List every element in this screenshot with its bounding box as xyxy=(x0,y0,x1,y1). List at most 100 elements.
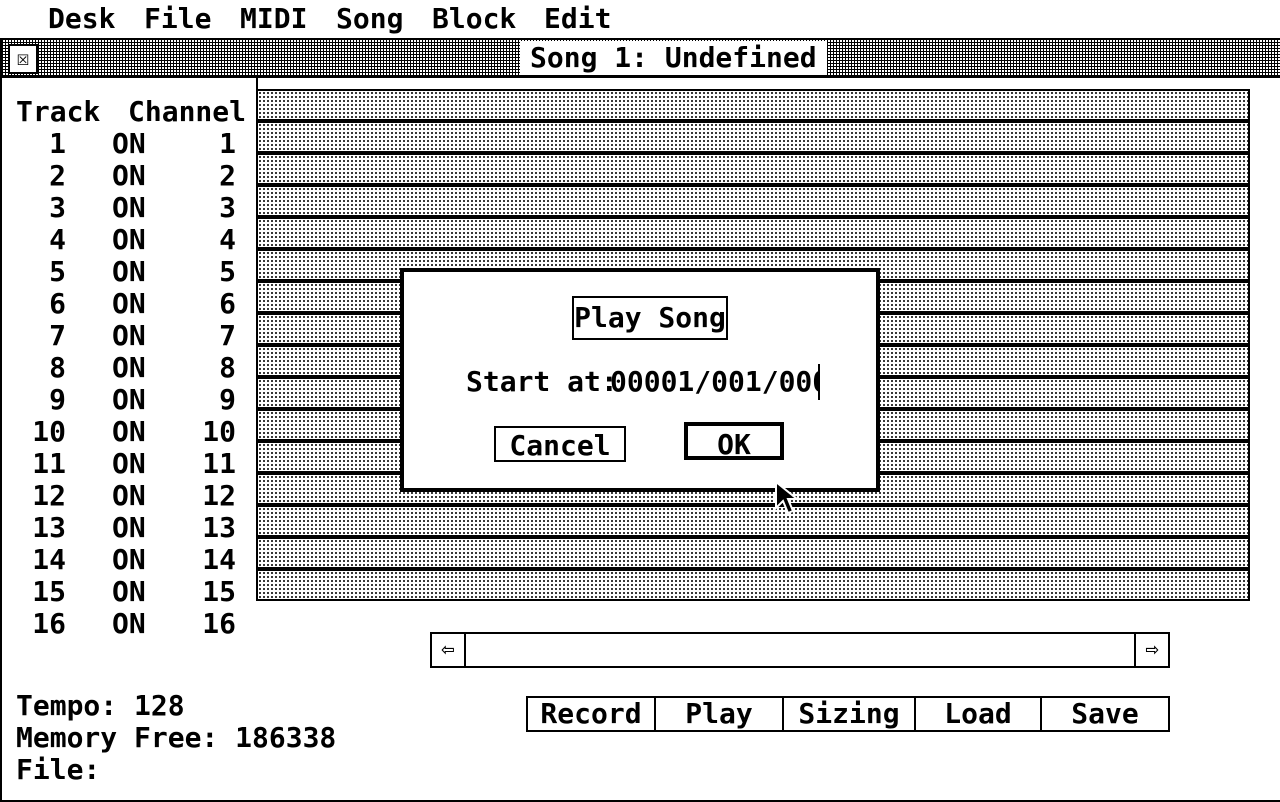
track-row[interactable]: 7 ON 7 xyxy=(16,320,246,352)
track-number: 5 xyxy=(49,255,66,288)
track-row[interactable]: 14 ON 14 xyxy=(16,544,246,576)
track-lane[interactable] xyxy=(256,153,1250,185)
track-channel[interactable]: 8 xyxy=(186,352,236,384)
track-state-toggle[interactable]: ON xyxy=(112,128,152,160)
track-row[interactable]: 6 ON 6 xyxy=(16,288,246,320)
cancel-button[interactable]: Cancel xyxy=(494,426,626,462)
track-state-toggle[interactable]: ON xyxy=(112,544,152,576)
track-state-toggle[interactable]: ON xyxy=(112,160,152,192)
scroll-left-arrow-icon[interactable]: ⇦ xyxy=(432,634,466,666)
channel-header: Channel xyxy=(128,95,247,128)
track-channel[interactable]: 9 xyxy=(186,384,236,416)
track-row[interactable]: 1 ON 1 xyxy=(16,128,246,160)
load-button[interactable]: Load xyxy=(916,698,1042,730)
sizing-button[interactable]: Sizing xyxy=(784,698,916,730)
track-row[interactable]: 3 ON 3 xyxy=(16,192,246,224)
track-state-toggle[interactable]: ON xyxy=(112,448,152,480)
track-lane[interactable] xyxy=(256,569,1250,601)
track-state-toggle[interactable]: ON xyxy=(112,192,152,224)
track-row[interactable]: 15 ON 15 xyxy=(16,576,246,608)
save-button[interactable]: Save xyxy=(1042,698,1168,730)
track-lane[interactable] xyxy=(256,537,1250,569)
dialog-title: Play Song xyxy=(572,296,728,340)
track-lane[interactable] xyxy=(256,89,1250,121)
track-channel[interactable]: 2 xyxy=(186,160,236,192)
track-number: 12 xyxy=(32,479,66,512)
track-lane[interactable] xyxy=(256,217,1250,249)
track-channel[interactable]: 16 xyxy=(186,608,236,640)
track-lane[interactable] xyxy=(256,121,1250,153)
track-state-toggle[interactable]: ON xyxy=(112,512,152,544)
track-channel[interactable]: 1 xyxy=(186,128,236,160)
scroll-right-arrow-icon[interactable]: ⇨ xyxy=(1134,634,1168,666)
track-lane[interactable] xyxy=(256,185,1250,217)
start-at-input[interactable] xyxy=(610,362,820,402)
track-row[interactable]: 8 ON 8 xyxy=(16,352,246,384)
track-row[interactable]: 9 ON 9 xyxy=(16,384,246,416)
track-state-toggle[interactable]: ON xyxy=(112,352,152,384)
track-channel[interactable]: 3 xyxy=(186,192,236,224)
track-channel[interactable]: 12 xyxy=(186,480,236,512)
track-channel[interactable]: 14 xyxy=(186,544,236,576)
start-at-label: Start at: xyxy=(466,365,618,398)
track-row[interactable]: 12 ON 12 xyxy=(16,480,246,512)
horizontal-scrollbar[interactable]: ⇦ ⇨ xyxy=(430,632,1170,668)
menu-midi[interactable]: MIDI xyxy=(240,3,307,35)
transport-button-bar: Record Play Sizing Load Save xyxy=(526,696,1170,732)
track-state-toggle[interactable]: ON xyxy=(112,224,152,256)
track-state-toggle[interactable]: ON xyxy=(112,384,152,416)
track-header: Track xyxy=(16,95,101,128)
play-button[interactable]: Play xyxy=(656,698,784,730)
track-channel[interactable]: 7 xyxy=(186,320,236,352)
track-channel[interactable]: 5 xyxy=(186,256,236,288)
track-number: 1 xyxy=(49,127,66,160)
track-lane[interactable] xyxy=(256,505,1250,537)
track-state-toggle[interactable]: ON xyxy=(112,480,152,512)
track-row[interactable]: 4 ON 4 xyxy=(16,224,246,256)
track-number: 14 xyxy=(32,543,66,576)
track-channel[interactable]: 15 xyxy=(186,576,236,608)
track-channel[interactable]: 10 xyxy=(186,416,236,448)
menu-bar: Desk File MIDI Song Block Edit xyxy=(0,0,1280,40)
track-number: 7 xyxy=(49,319,66,352)
track-channel[interactable]: 4 xyxy=(186,224,236,256)
record-button[interactable]: Record xyxy=(528,698,656,730)
track-state-toggle[interactable]: ON xyxy=(112,288,152,320)
track-number: 3 xyxy=(49,191,66,224)
track-row[interactable]: 5 ON 5 xyxy=(16,256,246,288)
track-row[interactable]: 10 ON 10 xyxy=(16,416,246,448)
track-number: 6 xyxy=(49,287,66,320)
file-status: File: xyxy=(16,753,101,786)
memory-status: Memory Free: 186338 xyxy=(16,721,337,754)
track-number: 10 xyxy=(32,415,66,448)
menu-block[interactable]: Block xyxy=(432,3,516,35)
track-channel[interactable]: 13 xyxy=(186,512,236,544)
tempo-status: Tempo: 128 xyxy=(16,689,185,722)
mouse-pointer-icon xyxy=(775,480,800,515)
track-channel[interactable]: 11 xyxy=(186,448,236,480)
menu-file[interactable]: File xyxy=(144,3,211,35)
track-number: 2 xyxy=(49,159,66,192)
track-state-toggle[interactable]: ON xyxy=(112,608,152,640)
track-state-toggle[interactable]: ON xyxy=(112,576,152,608)
close-icon[interactable]: ☒ xyxy=(8,44,38,74)
track-channel[interactable]: 6 xyxy=(186,288,236,320)
track-state-toggle[interactable]: ON xyxy=(112,256,152,288)
title-bar[interactable]: ☒ Song 1: Undefined xyxy=(2,40,1280,78)
track-number: 13 xyxy=(32,511,66,544)
ok-button[interactable]: OK xyxy=(684,422,784,461)
menu-song[interactable]: Song xyxy=(336,3,403,35)
track-number: 16 xyxy=(32,607,66,640)
track-number: 8 xyxy=(49,351,66,384)
track-row[interactable]: 11 ON 11 xyxy=(16,448,246,480)
track-number: 4 xyxy=(49,223,66,256)
track-row[interactable]: 13 ON 13 xyxy=(16,512,246,544)
text-cursor xyxy=(818,364,820,400)
track-state-toggle[interactable]: ON xyxy=(112,416,152,448)
track-row[interactable]: 2 ON 2 xyxy=(16,160,246,192)
menu-desk[interactable]: Desk xyxy=(48,3,115,35)
track-row[interactable]: 16 ON 16 xyxy=(16,608,246,640)
menu-edit[interactable]: Edit xyxy=(544,3,611,35)
play-song-dialog: Play Song Start at: Cancel OK xyxy=(400,268,880,492)
track-state-toggle[interactable]: ON xyxy=(112,320,152,352)
